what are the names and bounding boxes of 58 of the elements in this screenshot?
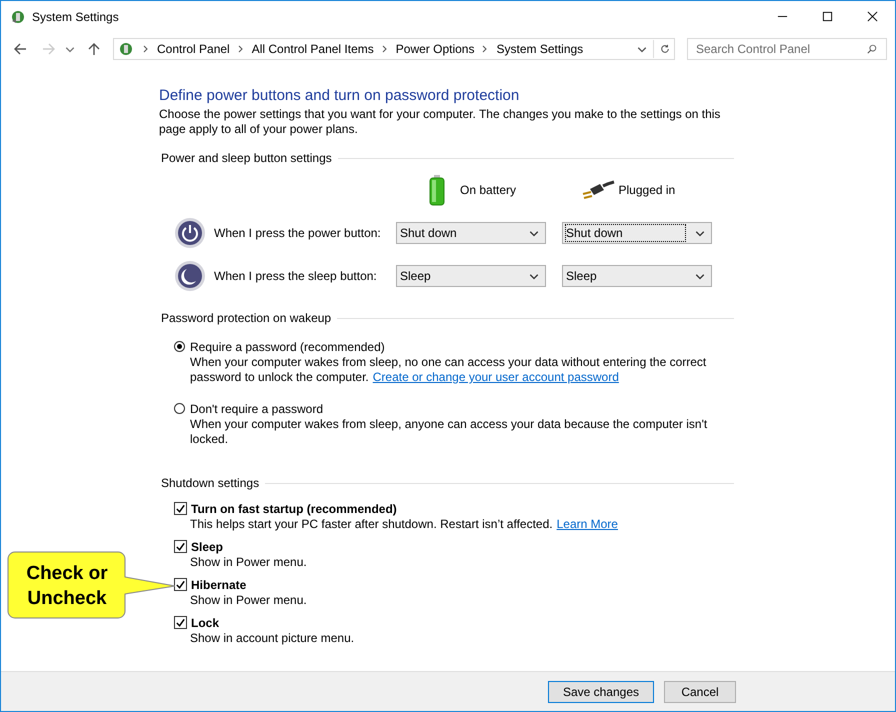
- moon-icon: [174, 260, 206, 292]
- radio-button[interactable]: [174, 403, 185, 414]
- dialog-button[interactable]: Cancel: [664, 680, 736, 702]
- checkbox[interactable]: [174, 616, 187, 629]
- option-description: Show in Power menu.: [189, 555, 308, 570]
- battery-icon: [427, 174, 447, 206]
- app-icon: [10, 8, 26, 24]
- refresh-icon[interactable]: [660, 44, 670, 54]
- plug-icon: [580, 180, 614, 200]
- checkbox[interactable]: [174, 502, 187, 515]
- page-heading: Define power buttons and turn on password protection: [159, 86, 520, 106]
- setting-label: When I press the sleep button:: [214, 269, 378, 283]
- setting-label: When I press the power button:: [214, 226, 382, 240]
- search-field[interactable]: Search Control Panel: [687, 38, 887, 60]
- power-icon: [174, 217, 206, 249]
- option-label[interactable]: Sleep: [191, 540, 224, 554]
- chevron-right-icon: [382, 45, 388, 53]
- chevron-right-icon: [143, 45, 149, 53]
- option-description: Show in Power menu.: [189, 593, 308, 608]
- dropdown[interactable]: Sleep: [562, 265, 712, 287]
- up-arrow-icon[interactable]: [87, 42, 101, 56]
- learn-more-link[interactable]: Learn More: [556, 517, 618, 531]
- option-description: This helps start your PC faster after shutdown. Restart isn’t affected. Learn More: [189, 517, 619, 532]
- dropdown[interactable]: Shut down: [396, 222, 546, 244]
- intro-text: Choose the power settings that you want for your computer. The changes you make to the settings on this page apply to all of your power plans.: [159, 107, 722, 137]
- dropdown[interactable]: Shut down: [562, 222, 712, 244]
- radio-button[interactable]: [174, 341, 185, 352]
- chevron-right-icon: [238, 45, 244, 53]
- maximize-icon[interactable]: [822, 11, 833, 22]
- option-label[interactable]: Turn on fast startup (recommended): [191, 502, 397, 516]
- section-title: Password protection on wakeup: [161, 311, 332, 326]
- account-password-link[interactable]: Create or change your user account password: [372, 370, 619, 384]
- close-icon[interactable]: [867, 11, 878, 22]
- option-description: Show in account picture menu.: [189, 631, 356, 646]
- option-label[interactable]: Require a password (recommended): [190, 340, 385, 354]
- column-heading: Plugged in: [618, 183, 676, 197]
- option-description: When your computer wakes from sleep, anyone can access your data because the computer isn't locked.: [189, 417, 708, 447]
- section-title: Power and sleep button settings: [161, 151, 332, 166]
- address-bar[interactable]: Control Panel All Control Panel Items Power Options System Settings: [113, 38, 675, 60]
- column-heading: On battery: [460, 183, 516, 197]
- option-description: When your computer wakes from sleep, no one can access your data without entering the correct password to unlock the computer. Create or change your user account password: [189, 355, 708, 385]
- breadcrumb-item[interactable]: Control Panel: [157, 42, 230, 56]
- breadcrumb-item[interactable]: System Settings: [496, 42, 584, 56]
- back-arrow-icon[interactable]: [13, 42, 27, 56]
- dropdown[interactable]: Sleep: [396, 265, 546, 287]
- checkbox[interactable]: [174, 578, 187, 591]
- breadcrumb-item[interactable]: All Control Panel Items: [252, 42, 374, 56]
- option-label[interactable]: Don't require a password: [190, 402, 324, 416]
- checkbox[interactable]: [174, 540, 187, 553]
- option-label[interactable]: Lock: [191, 616, 220, 630]
- breadcrumb-item[interactable]: Power Options: [396, 42, 474, 56]
- chevron-right-icon: [482, 45, 488, 53]
- option-label[interactable]: Hibernate: [191, 578, 246, 592]
- window-title: System Settings: [32, 10, 119, 24]
- callout-text: Check or Uncheck: [25, 562, 109, 611]
- dialog-button[interactable]: Save changes: [548, 680, 654, 702]
- control-panel-icon: [118, 41, 134, 57]
- section-title: Shutdown settings: [161, 476, 260, 491]
